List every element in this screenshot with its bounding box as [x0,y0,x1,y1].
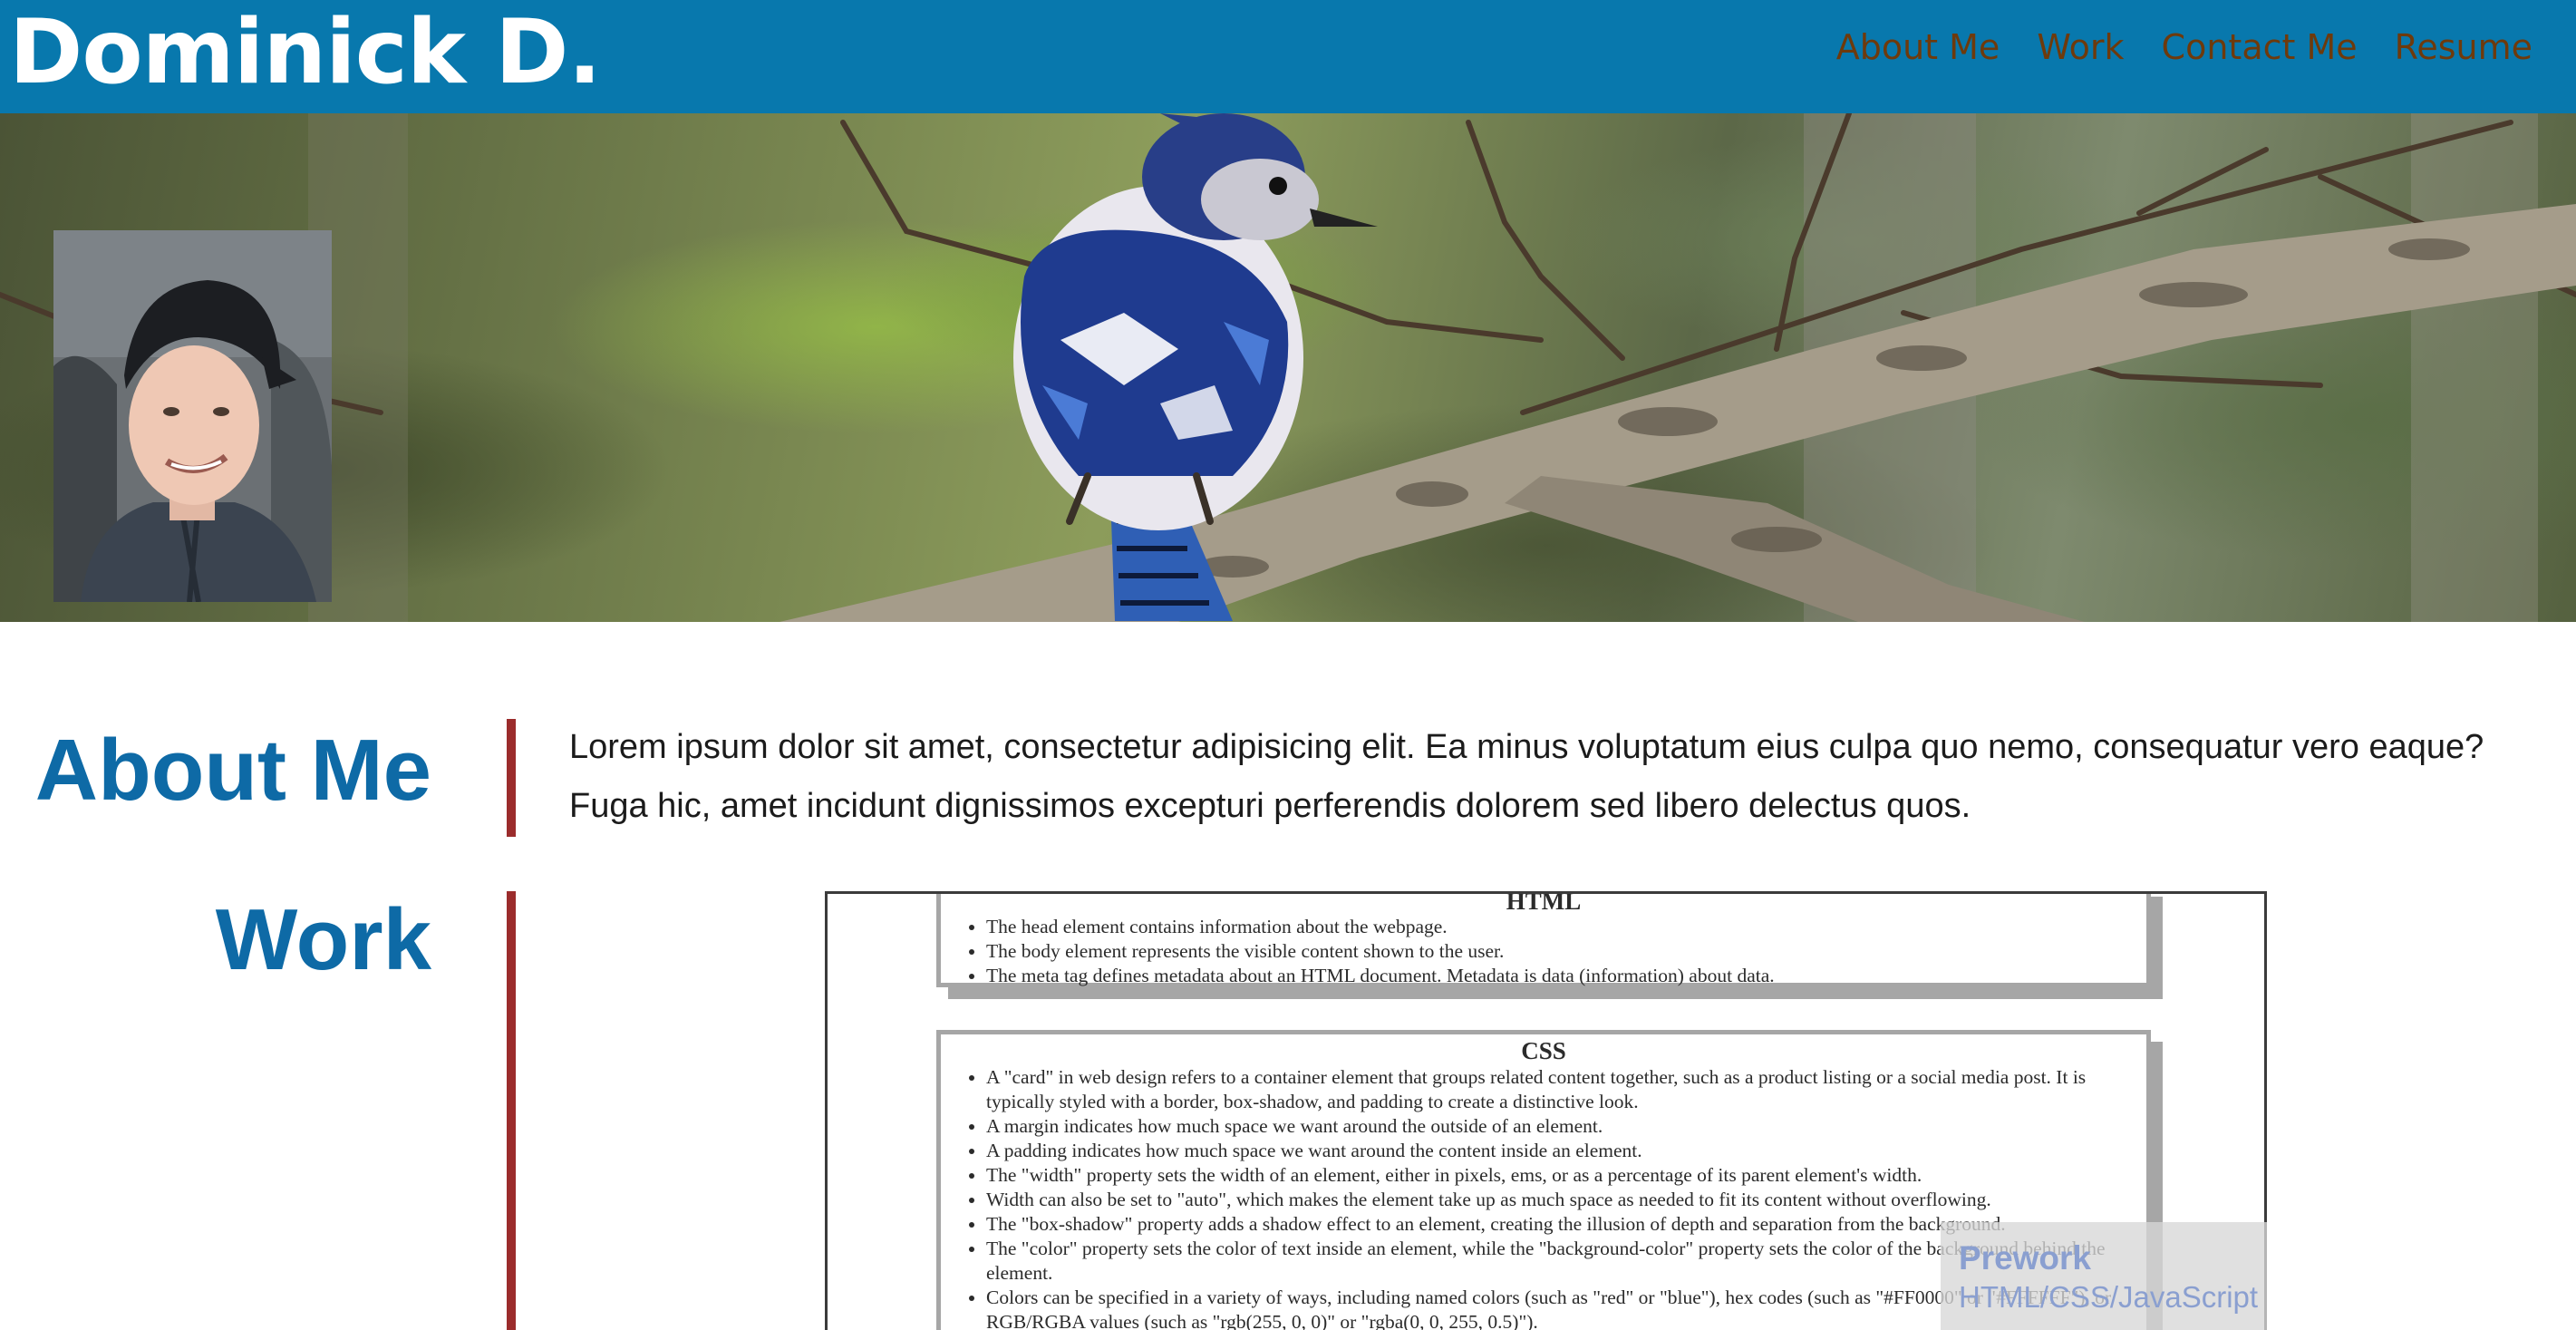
list-item: A "card" in web design refers to a conta… [986,1065,2146,1114]
work-divider [507,891,516,1330]
site-title: Dominick D. [9,1,602,104]
html-card-heading: HTML [1506,891,1582,915]
nav-link-resume[interactable]: Resume [2395,22,2532,73]
html-notes-list: The head element contains information ab… [941,915,2146,988]
list-item: Width can also be set to "auto", which m… [986,1188,2146,1212]
list-item: A padding indicates how much space we wa… [986,1139,2146,1163]
list-item: The meta tag defines metadata about an H… [986,964,2146,988]
html-notes-card: HTML The head element contains informati… [936,891,2151,988]
about-me-heading: About Me [34,722,431,819]
list-item: A margin indicates how much space we wan… [986,1114,2146,1139]
nav-link-about-me[interactable]: About Me [1836,22,2000,73]
project-tech-stack: HTML/CSS/JavaScript [1959,1280,2259,1314]
work-heading: Work [215,891,431,988]
nav-link-contact-me[interactable]: Contact Me [2162,22,2358,73]
about-me-divider [507,719,516,837]
project-caption-overlay[interactable]: Prework HTML/CSS/JavaScript [1941,1222,2267,1330]
site-header: Dominick D. About Me Work Contact Me Res… [0,0,2576,113]
project-title: Prework [1959,1239,2092,1277]
list-item: The body element represents the visible … [986,939,2146,964]
list-item: The head element contains information ab… [986,915,2146,939]
main-nav: About Me Work Contact Me Resume [1836,22,2532,73]
profile-photo [53,230,332,602]
css-card-heading: CSS [1521,1037,1566,1064]
nav-link-work[interactable]: Work [2037,22,2124,73]
list-item: The "width" property sets the width of a… [986,1163,2146,1188]
hero-banner [0,113,2576,622]
about-me-text: Lorem ipsum dolor sit amet, consectetur … [569,728,2484,825]
blue-jay-on-branch-image [0,113,2576,622]
